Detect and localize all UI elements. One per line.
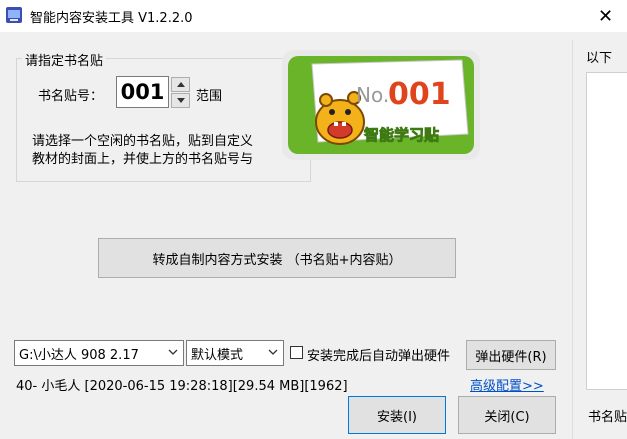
mode-select[interactable]: 默认模式 <box>186 340 284 366</box>
sticker-number-input[interactable]: 001 <box>116 76 169 108</box>
app-icon <box>6 7 22 23</box>
drive-select[interactable]: G:\小达人 908 2.17 <box>14 340 184 366</box>
right-panel-bottom-label: 书名贴 <box>588 410 627 425</box>
mode-select-value: 默认模式 <box>191 347 244 363</box>
auto-eject-checkbox[interactable] <box>290 346 303 359</box>
spin-down-button[interactable] <box>171 93 190 108</box>
chevron-down-icon <box>168 349 178 355</box>
auto-eject-label[interactable]: 安装完成后自动弹出硬件 <box>307 345 462 364</box>
drive-select-value: G:\小达人 908 2.17 <box>19 347 139 363</box>
sticker-image: 智能学习贴 No. 001 <box>282 50 480 160</box>
panel-divider <box>572 40 573 439</box>
close-glyph: ✕ <box>597 5 614 27</box>
close-icon[interactable]: ✕ <box>584 0 627 32</box>
sticker-no-label: No. <box>356 83 389 107</box>
sticker-number: 001 <box>388 77 451 112</box>
description-line-1: 请选择一个空闲的书名贴，贴到自定义 <box>32 134 254 149</box>
install-button[interactable]: 安装(I) <box>348 396 446 434</box>
right-panel-label: 以下 <box>586 51 613 66</box>
triangle-down-icon <box>176 98 185 103</box>
window-title: 智能内容安装工具 V1.2.2.0 <box>30 11 193 26</box>
sticker-caption: 智能学习贴 <box>364 126 439 144</box>
sticker-number-label: 书名贴号： <box>38 89 104 104</box>
range-label[interactable]: 范围 <box>196 85 222 104</box>
sticker-list-box[interactable] <box>586 72 627 390</box>
close-button[interactable]: 关闭(C) <box>458 396 556 434</box>
chevron-down-icon <box>268 349 278 355</box>
package-info-text: 40- 小毛人 [2020-06-15 19:28:18][29.54 MB][… <box>16 379 348 394</box>
sticker-group-title: 请指定书名贴 <box>22 50 107 69</box>
eject-hardware-button[interactable]: 弹出硬件(R) <box>466 340 556 370</box>
description-line-2: 教材的封面上，并使上方的书名贴号与 <box>32 152 254 167</box>
advanced-config-link[interactable]: 高级配置>> <box>470 375 544 394</box>
triangle-up-icon <box>176 82 185 87</box>
spin-up-button[interactable] <box>171 77 190 92</box>
convert-install-button[interactable]: 转成自制内容方式安装 （书名贴+内容贴） <box>98 238 456 278</box>
